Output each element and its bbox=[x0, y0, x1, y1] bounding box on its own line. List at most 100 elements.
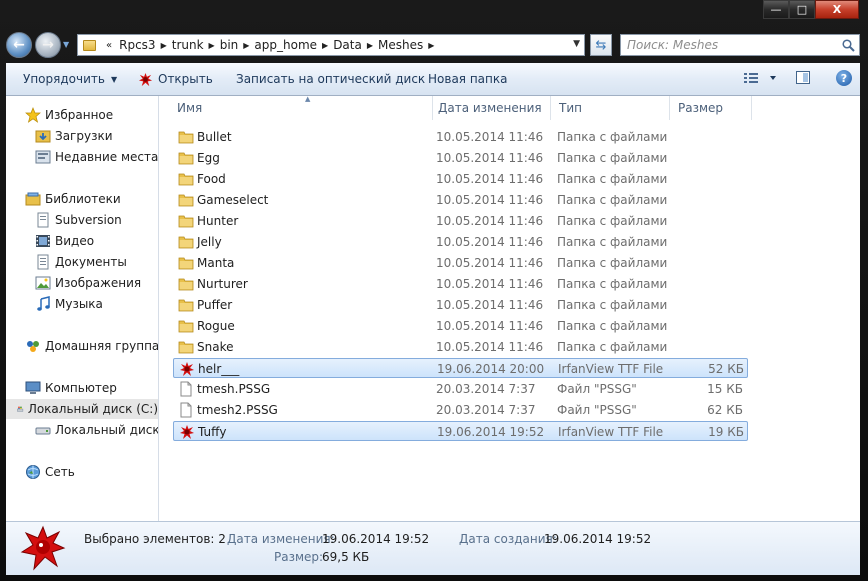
column-label: Тип bbox=[559, 101, 582, 115]
back-button[interactable]: ← bbox=[6, 32, 32, 58]
view-options-button[interactable] bbox=[744, 72, 780, 87]
nav-item-recent-places[interactable]: Недавние места bbox=[35, 147, 158, 167]
close-button[interactable]: X bbox=[815, 0, 859, 19]
file-row[interactable]: Food 10.05.2014 11:46 Папка с файлами bbox=[173, 169, 748, 189]
nav-item-music[interactable]: Музыка bbox=[35, 294, 103, 314]
column-header-type[interactable]: Тип bbox=[551, 96, 670, 120]
chevron-right-icon[interactable]: ▶ bbox=[426, 41, 436, 50]
file-name: Food bbox=[197, 172, 226, 186]
file-row[interactable]: Jelly 10.05.2014 11:46 Папка с файлами bbox=[173, 232, 748, 252]
recent-pages-dropdown[interactable]: ▼ bbox=[63, 40, 69, 49]
chevron-down-icon: ▼ bbox=[110, 74, 118, 84]
music-icon bbox=[37, 296, 50, 311]
file-row[interactable]: Egg 10.05.2014 11:46 Папка с файлами bbox=[173, 148, 748, 168]
chevron-right-icon[interactable]: ▶ bbox=[207, 41, 217, 50]
created-label: Дата создания: bbox=[459, 532, 557, 546]
nav-item-drive-d[interactable]: Локальный диск (D:) bbox=[35, 420, 158, 440]
address-bar[interactable]: « Rpcs3 ▶ trunk ▶ bin ▶ app_home ▶ Data ▶ Mes… bbox=[77, 34, 585, 56]
new-folder-button[interactable]: Новая папка bbox=[428, 63, 507, 95]
file-row[interactable]: Hunter 10.05.2014 11:46 Папка с файлами bbox=[173, 211, 748, 231]
maximize-button[interactable]: □ bbox=[789, 0, 815, 19]
minimize-icon: — bbox=[770, 3, 782, 16]
address-segment[interactable]: Data bbox=[330, 38, 365, 52]
caption-buttons: — □ X bbox=[763, 0, 859, 19]
folder-icon bbox=[178, 341, 194, 354]
nav-libraries[interactable]: Библиотеки bbox=[25, 189, 121, 209]
nav-favorites[interactable]: Избранное bbox=[25, 105, 113, 125]
file-row[interactable]: Manta 10.05.2014 11:46 Папка с файлами bbox=[173, 253, 748, 273]
burn-button[interactable]: Записать на оптический диск bbox=[236, 63, 425, 95]
column-header-name[interactable]: Имя ▲ bbox=[169, 95, 433, 120]
chevron-right-icon[interactable]: ▶ bbox=[365, 41, 375, 50]
column-header-size[interactable]: Размер bbox=[670, 96, 752, 120]
file-row[interactable]: Nurturer 10.05.2014 11:46 Папка с файлами bbox=[173, 274, 748, 294]
nav-item-downloads[interactable]: Загрузки bbox=[35, 126, 113, 146]
nav-computer[interactable]: Компьютер bbox=[25, 378, 117, 398]
file-date: 19.06.2014 20:00 bbox=[437, 362, 545, 376]
file-type: Файл "PSSG" bbox=[557, 403, 637, 417]
file-name: Jelly bbox=[197, 235, 222, 249]
file-size: 19 КБ bbox=[708, 425, 744, 439]
file-row[interactable]: Tuffy 19.06.2014 19:52 IrfanView TTF File 1… bbox=[173, 421, 748, 441]
file-icon bbox=[180, 381, 192, 397]
address-history-dropdown[interactable]: ▼ bbox=[573, 39, 580, 49]
open-button[interactable]: Открыть bbox=[138, 63, 213, 95]
chevron-right-icon[interactable]: ▶ bbox=[159, 41, 169, 50]
downloads-folder-icon bbox=[35, 130, 51, 143]
address-segment[interactable]: Meshes bbox=[375, 38, 426, 52]
refresh-button[interactable]: ⇆ bbox=[590, 34, 612, 56]
file-date: 20.03.2014 7:37 bbox=[436, 382, 536, 396]
forward-button[interactable]: → bbox=[35, 32, 61, 58]
address-segment[interactable]: bin bbox=[217, 38, 242, 52]
nav-item-video[interactable]: Видео bbox=[35, 231, 94, 251]
nav-item-pictures[interactable]: Изображения bbox=[35, 273, 141, 293]
file-row[interactable]: Bullet 10.05.2014 11:46 Папка с файлами bbox=[173, 127, 748, 147]
close-icon: X bbox=[832, 3, 842, 16]
address-segment[interactable]: trunk bbox=[169, 38, 207, 52]
file-row[interactable]: tmesh2.PSSG 20.03.2014 7:37 Файл "PSSG" 62 … bbox=[173, 400, 748, 420]
preview-pane-icon[interactable] bbox=[796, 71, 810, 84]
size-value: 69,5 КБ bbox=[322, 550, 370, 564]
file-name: helr___ bbox=[198, 362, 240, 376]
address-segment[interactable]: app_home bbox=[251, 38, 320, 52]
file-row[interactable]: Gameselect 10.05.2014 11:46 Папка с файлам… bbox=[173, 190, 748, 210]
search-box[interactable]: Поиск: Meshes bbox=[620, 34, 860, 56]
search-icon[interactable] bbox=[840, 37, 856, 53]
file-row[interactable]: Snake 10.05.2014 11:46 Папка с файлами bbox=[173, 337, 748, 357]
minimize-button[interactable]: — bbox=[763, 0, 789, 19]
file-size bbox=[645, 253, 743, 273]
folder-icon bbox=[178, 257, 194, 270]
folder-icon bbox=[178, 152, 194, 165]
file-date: 10.05.2014 11:46 bbox=[436, 256, 544, 270]
irfanview-icon bbox=[20, 525, 66, 571]
nav-item-documents[interactable]: Документы bbox=[35, 252, 127, 272]
address-overflow[interactable]: « bbox=[106, 40, 112, 51]
nav-label: Библиотеки bbox=[45, 192, 121, 206]
address-segment[interactable]: Rpcs3 bbox=[116, 38, 158, 52]
nav-label: Недавние места bbox=[55, 150, 158, 164]
explorer-window: — □ X ← → ▼ « Rpcs3 ▶ trunk ▶ bin ▶ app_hom… bbox=[0, 0, 868, 581]
nav-label: Локальный диск (C:) bbox=[27, 402, 158, 416]
nav-item-drive-c[interactable]: Локальный диск (C:) bbox=[6, 399, 158, 419]
file-name: Gameselect bbox=[197, 193, 269, 207]
column-header-date[interactable]: Дата изменения bbox=[430, 96, 551, 120]
file-name: Nurturer bbox=[197, 277, 248, 291]
nav-homegroup[interactable]: Домашняя группа bbox=[25, 336, 158, 356]
file-size: 62 КБ bbox=[707, 403, 743, 417]
file-row[interactable]: Puffer 10.05.2014 11:46 Папка с файлами bbox=[173, 295, 748, 315]
file-row[interactable]: Rogue 10.05.2014 11:46 Папка с файлами bbox=[173, 316, 748, 336]
chevron-right-icon[interactable]: ▶ bbox=[241, 41, 251, 50]
details-view-icon bbox=[744, 73, 776, 83]
chevron-right-icon[interactable]: ▶ bbox=[320, 41, 330, 50]
file-date: 10.05.2014 11:46 bbox=[436, 319, 544, 333]
nav-network[interactable]: Сеть bbox=[25, 462, 75, 482]
help-button[interactable]: ? bbox=[836, 70, 852, 86]
search-input[interactable]: Поиск: Meshes bbox=[621, 38, 840, 52]
file-row[interactable]: helr___ 19.06.2014 20:00 IrfanView TTF Fil… bbox=[173, 358, 748, 378]
folder-icon bbox=[178, 236, 194, 249]
nav-item-subversion[interactable]: Subversion bbox=[35, 210, 122, 230]
modified-value: 19.06.2014 19:52 bbox=[322, 532, 430, 546]
folder-icon bbox=[178, 278, 194, 291]
file-row[interactable]: tmesh.PSSG 20.03.2014 7:37 Файл "PSSG" 15 К… bbox=[173, 379, 748, 399]
organize-button[interactable]: Упорядочить ▼ bbox=[23, 63, 117, 95]
